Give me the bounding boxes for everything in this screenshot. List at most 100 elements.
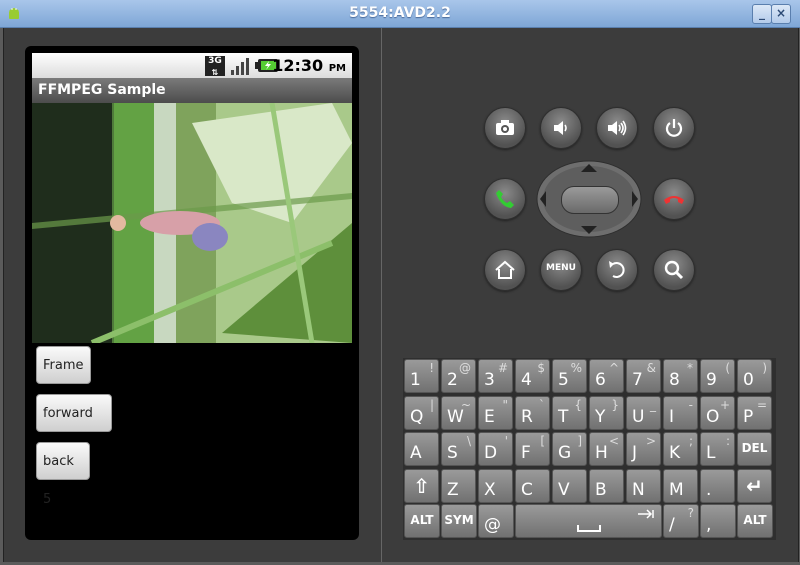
key-h[interactable]: H < xyxy=(589,432,624,466)
key-a[interactable]: A xyxy=(404,432,439,466)
key-1[interactable]: 1! xyxy=(404,359,439,393)
comma-key[interactable]: , xyxy=(700,504,736,538)
back-button[interactable] xyxy=(596,249,638,291)
key-label: U xyxy=(632,406,645,427)
volume-down-button[interactable] xyxy=(540,107,582,149)
status-clock: 12:30 PM xyxy=(272,56,346,75)
app-title: FFMPEG Sample xyxy=(38,82,166,98)
key-alt-label: ! xyxy=(429,361,434,375)
key-y[interactable]: Y} xyxy=(589,395,624,430)
key-x[interactable]: X xyxy=(478,468,513,503)
at-label: @ xyxy=(484,515,501,535)
key-4[interactable]: 4 $ xyxy=(515,359,550,393)
key-alt-label: | xyxy=(429,397,434,412)
key-label: H xyxy=(595,443,608,463)
close-button[interactable]: × xyxy=(771,4,791,24)
key-l[interactable]: L: xyxy=(700,432,735,466)
forward-5-button[interactable]: forward 5 xyxy=(36,394,112,459)
key-label: 1 xyxy=(410,370,421,390)
key-label: E xyxy=(484,406,495,427)
key-m[interactable]: M xyxy=(663,468,698,503)
back-arrow-icon xyxy=(609,261,625,278)
home-button[interactable] xyxy=(484,249,526,291)
home-icon xyxy=(495,260,515,279)
key-q[interactable]: Q | xyxy=(404,395,439,430)
key-s[interactable]: S \ xyxy=(441,432,476,466)
volume-up-button[interactable] xyxy=(596,107,638,149)
space-key[interactable] xyxy=(515,504,662,538)
key-label: 6 xyxy=(595,370,606,390)
key-b[interactable]: B xyxy=(589,468,624,503)
dpad-center-button[interactable] xyxy=(561,186,619,214)
key-label: O xyxy=(706,406,720,427)
power-button[interactable] xyxy=(653,107,695,149)
key-6[interactable]: 6 ^ xyxy=(589,359,624,393)
end-call-button[interactable] xyxy=(653,178,695,220)
key-enter[interactable]: ↵ xyxy=(737,468,772,503)
key-shift[interactable]: ⇧ xyxy=(404,468,439,503)
key-d[interactable]: D ' xyxy=(478,432,513,466)
key-z[interactable]: Z xyxy=(441,468,476,503)
key-alt-label: - xyxy=(688,397,693,412)
key-7[interactable]: 7 & xyxy=(626,359,661,393)
key-label: Q xyxy=(410,406,424,427)
key-label: C xyxy=(521,479,533,500)
key-label: M xyxy=(669,479,684,500)
key-8[interactable]: 8 * xyxy=(663,359,698,393)
alt-right-key[interactable]: ALT xyxy=(737,504,773,538)
key-del[interactable]: DEL xyxy=(737,432,772,466)
key-g[interactable]: G] xyxy=(552,432,587,466)
window-title: 5554:AVD2.2 xyxy=(349,5,451,21)
key-alt-label: = xyxy=(756,397,767,412)
key-w[interactable]: W ~ xyxy=(441,395,476,430)
key-u[interactable]: U _ xyxy=(626,395,661,430)
signal-strength-icon xyxy=(231,58,249,75)
key-alt-label: < xyxy=(608,434,619,448)
key-t[interactable]: T{ xyxy=(552,395,587,430)
key-i[interactable]: I- xyxy=(663,395,698,430)
key-p[interactable]: P = xyxy=(737,395,772,430)
key-e[interactable]: E " xyxy=(478,395,513,430)
sym-key[interactable]: SYM xyxy=(441,504,477,538)
slash-key[interactable]: / ? xyxy=(663,504,699,538)
key-label: . xyxy=(706,479,712,500)
key-label: 5 xyxy=(558,370,569,390)
minimize-button[interactable]: _ xyxy=(752,4,772,24)
key-alt-label: ^ xyxy=(608,361,619,375)
key-9[interactable]: 9( xyxy=(700,359,735,393)
search-button[interactable] xyxy=(653,249,695,291)
key-o[interactable]: O + xyxy=(700,395,735,430)
key-2[interactable]: 2 @ xyxy=(441,359,476,393)
key-alt-label: { xyxy=(574,397,582,412)
back-5-button[interactable]: back 5 xyxy=(36,442,90,507)
key-k[interactable]: K; xyxy=(663,432,698,466)
key-alt-label: > xyxy=(645,434,656,448)
camera-button[interactable] xyxy=(484,107,526,149)
key-v[interactable]: V xyxy=(552,468,587,503)
at-key[interactable]: @ xyxy=(478,504,514,538)
key-c[interactable]: C xyxy=(515,468,550,503)
key-label: DEL xyxy=(741,441,768,455)
menu-button[interactable]: MENU xyxy=(540,249,582,291)
key-f[interactable]: F[ xyxy=(515,432,550,466)
key-label: D xyxy=(484,443,498,463)
search-icon xyxy=(664,260,684,280)
key-alt-label: + xyxy=(719,397,730,412)
key-n[interactable]: N xyxy=(626,468,661,503)
dpad[interactable] xyxy=(536,160,642,238)
key-label: T xyxy=(558,406,569,427)
key-label: ⇧ xyxy=(413,473,430,498)
camera-icon xyxy=(496,120,514,135)
key-label: X xyxy=(484,479,496,500)
key-r[interactable]: R ` xyxy=(515,395,550,430)
key-5[interactable]: 5% xyxy=(552,359,587,393)
key-3[interactable]: 3 # xyxy=(478,359,513,393)
phone-call-icon xyxy=(496,190,514,208)
key-j[interactable]: J > xyxy=(626,432,661,466)
frame-button[interactable]: Frame xyxy=(36,346,91,384)
key-r3k8[interactable]: . xyxy=(700,468,735,503)
key-0[interactable]: 0) xyxy=(737,359,772,393)
call-button[interactable] xyxy=(484,178,526,220)
alt-left-key[interactable]: ALT xyxy=(404,504,440,538)
key-label: P xyxy=(743,406,754,427)
